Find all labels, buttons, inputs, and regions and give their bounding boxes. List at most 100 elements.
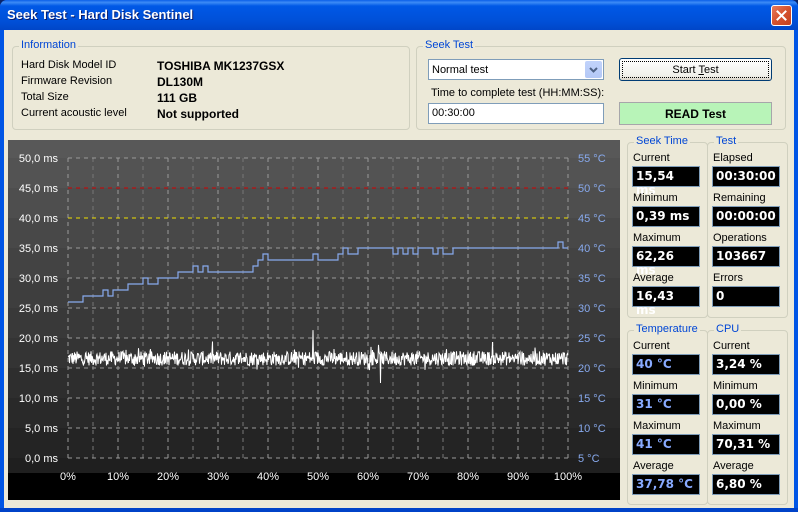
seek-test-group-label: Seek Test (423, 39, 476, 51)
start-test-button[interactable]: Start Test (619, 58, 772, 81)
y-left-tick-label: 25,0 ms (19, 303, 59, 315)
temperature-minimum-label: Minimum (633, 380, 678, 392)
temperature-maximum-label: Maximum (633, 420, 681, 432)
test-remaining-label: Remaining (713, 192, 766, 204)
info-row-model: Hard Disk Model ID TOSHIBA MK1237GSX (21, 59, 284, 75)
close-button[interactable] (771, 5, 792, 26)
y-left-tick-label: 10,0 ms (19, 393, 59, 405)
cpu-group-label: CPU (714, 323, 742, 335)
chart-band (8, 248, 620, 279)
seek-time-minimum-value: 0,39 ms (632, 206, 700, 227)
y-left-tick-label: 5,0 ms (25, 423, 59, 435)
cpu-minimum-label: Minimum (713, 380, 758, 392)
test-elapsed-value: 00:30:00 (712, 166, 780, 187)
window-bottom-border (0, 508, 798, 512)
y-right-tick-label: 25 °C (578, 333, 606, 345)
info-value: 111 GB (157, 91, 198, 105)
y-right-tick-label: 40 °C (578, 243, 606, 255)
y-left-tick-label: 45,0 ms (19, 183, 59, 195)
y-left-tick-label: 20,0 ms (19, 333, 59, 345)
y-right-tick-label: 30 °C (578, 303, 606, 315)
seek-time-maximum-label: Maximum (633, 232, 681, 244)
info-label: Hard Disk Model ID (21, 59, 117, 71)
info-label: Firmware Revision (21, 75, 113, 87)
test-operations-value: 103667 (712, 246, 780, 267)
read-test-button[interactable]: READ Test (619, 102, 772, 125)
time-to-complete-input[interactable]: 00:30:00 (428, 103, 604, 124)
seek-time-current-label: Current (633, 152, 670, 164)
seek-time-average-label: Average (633, 272, 674, 284)
chevron-down-icon (589, 66, 598, 73)
temperature-average-value: 37,78 °C (632, 474, 700, 495)
cpu-current-value: 3,24 % (712, 354, 780, 375)
seek-time-maximum-value: 62,26 ms (632, 246, 700, 277)
window-title: Seek Test - Hard Disk Sentinel (7, 7, 194, 22)
information-group: Information Hard Disk Model ID TOSHIBA M… (12, 39, 410, 130)
test-remaining-value: 00:00:00 (712, 206, 780, 227)
y-right-tick-label: 5 °C (578, 453, 600, 465)
temperature-maximum-value: 41 °C (632, 434, 700, 455)
info-value: Not supported (157, 107, 239, 121)
info-label: Current acoustic level (21, 107, 127, 119)
test-errors-value: 0 (712, 286, 780, 307)
y-right-tick-label: 50 °C (578, 183, 606, 195)
info-row-size: Total Size 111 GB (21, 91, 197, 107)
cpu-maximum-value: 70,31 % (712, 434, 780, 455)
chart-band (8, 398, 620, 429)
seek-time-group-label: Seek Time (634, 135, 690, 147)
x-tick-label: 0% (60, 471, 76, 483)
info-value: TOSHIBA MK1237GSX (157, 59, 285, 73)
seek-time-current-value: 15,54 ms (632, 166, 700, 197)
chart-band (8, 278, 620, 309)
temperature-current-value: 40 °C (632, 354, 700, 375)
start-test-label: Start Test (672, 63, 719, 76)
y-left-tick-label: 15,0 ms (19, 363, 59, 375)
close-icon (776, 10, 787, 21)
y-right-tick-label: 10 °C (578, 423, 606, 435)
x-tick-label: 10% (107, 471, 129, 483)
info-label: Total Size (21, 91, 69, 103)
title-bar[interactable]: Seek Test - Hard Disk Sentinel (0, 0, 798, 30)
time-to-complete-label: Time to complete test (HH:MM:SS): (431, 87, 605, 99)
test-mode-value: Normal test (432, 63, 489, 76)
seek-test-window: Seek Test - Hard Disk Sentinel Informati… (0, 0, 798, 512)
x-tick-label: 100% (554, 471, 582, 483)
x-tick-label: 70% (407, 471, 429, 483)
cpu-average-value: 6,80 % (712, 474, 780, 495)
y-left-tick-label: 30,0 ms (19, 273, 59, 285)
info-row-firmware: Firmware Revision DL130M (21, 75, 203, 91)
x-tick-label: 60% (357, 471, 379, 483)
chart-band (8, 308, 620, 339)
y-left-tick-label: 35,0 ms (19, 243, 59, 255)
chart-svg: 0,0 ms 5,0 ms 10,0 ms 15,0 ms 20,0 ms 25,0 ms… (8, 140, 620, 500)
cpu-minimum-value: 0,00 % (712, 394, 780, 415)
y-right-tick-label: 15 °C (578, 393, 606, 405)
test-group-label: Test (714, 135, 739, 147)
chart-band (8, 368, 620, 399)
y-right-tick-label: 20 °C (578, 363, 606, 375)
cpu-average-label: Average (713, 460, 754, 472)
test-mode-select[interactable]: Normal test (428, 59, 604, 80)
x-tick-label: 80% (457, 471, 479, 483)
temperature-minimum-value: 31 °C (632, 394, 700, 415)
chart-band (8, 158, 620, 189)
x-tick-label: 90% (507, 471, 529, 483)
y-right-tick-label: 35 °C (578, 273, 606, 285)
temperature-average-label: Average (633, 460, 674, 472)
temperature-group-label: Temperature (634, 323, 700, 335)
test-errors-label: Errors (713, 272, 743, 284)
x-tick-label: 40% (257, 471, 279, 483)
chart-band (8, 218, 620, 249)
info-value: DL130M (157, 75, 204, 89)
y-right-tick-label: 45 °C (578, 213, 606, 225)
dropdown-button[interactable] (585, 61, 602, 78)
chart-band (8, 188, 620, 219)
x-tick-label: 20% (157, 471, 179, 483)
y-left-tick-label: 40,0 ms (19, 213, 59, 225)
seek-time-average-value: 16,43 ms (632, 286, 700, 317)
y-right-tick-label: 55 °C (578, 153, 606, 165)
seek-time-minimum-label: Minimum (633, 192, 678, 204)
x-tick-label: 50% (307, 471, 329, 483)
info-row-acoustic: Current acoustic level Not supported (21, 107, 239, 123)
y-left-tick-label: 0,0 ms (25, 453, 59, 465)
